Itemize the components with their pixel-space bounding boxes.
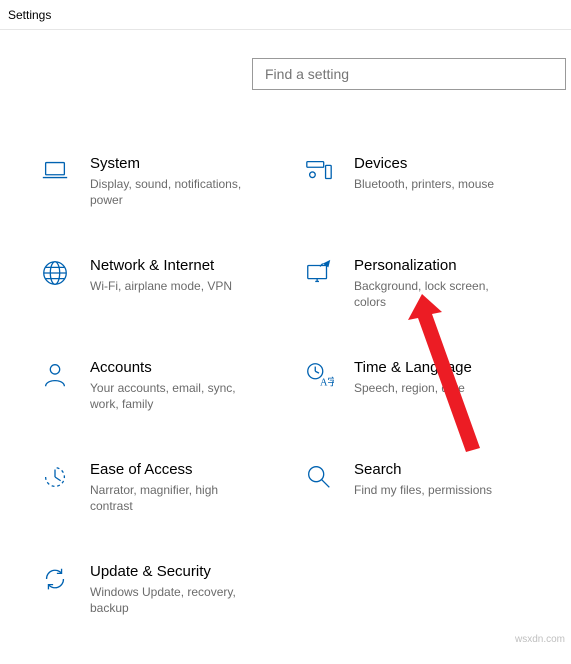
tile-personalization[interactable]: Personalization Background, lock screen,… bbox=[302, 256, 558, 310]
watermark: wsxdn.com bbox=[515, 634, 565, 645]
search-icon bbox=[302, 462, 336, 496]
tile-accounts[interactable]: Accounts Your accounts, email, sync, wor… bbox=[38, 358, 294, 412]
laptop-icon bbox=[38, 156, 72, 190]
tile-title: Network & Internet bbox=[90, 256, 232, 276]
window-title: Settings bbox=[8, 8, 51, 22]
tile-title: System bbox=[90, 154, 260, 174]
tile-title: Personalization bbox=[354, 256, 524, 276]
tile-title: Accounts bbox=[90, 358, 260, 378]
tile-network[interactable]: Network & Internet Wi-Fi, airplane mode,… bbox=[38, 256, 294, 310]
tile-desc: Bluetooth, printers, mouse bbox=[354, 176, 494, 192]
tile-title: Update & Security bbox=[90, 562, 260, 582]
tile-desc: Find my files, permissions bbox=[354, 482, 492, 498]
update-icon bbox=[38, 564, 72, 598]
settings-grid: System Display, sound, notifications, po… bbox=[38, 154, 558, 664]
search-container bbox=[252, 58, 566, 90]
svg-text:A字: A字 bbox=[320, 375, 334, 388]
devices-icon bbox=[302, 156, 336, 190]
tile-desc: Speech, region, date bbox=[354, 380, 472, 396]
time-language-icon: A字 bbox=[302, 360, 336, 394]
person-icon bbox=[38, 360, 72, 394]
tile-title: Devices bbox=[354, 154, 494, 174]
tile-desc: Background, lock screen, colors bbox=[354, 278, 524, 310]
tile-search[interactable]: Search Find my files, permissions bbox=[302, 460, 558, 514]
tile-system[interactable]: System Display, sound, notifications, po… bbox=[38, 154, 294, 208]
tile-title: Search bbox=[354, 460, 492, 480]
tile-time-language[interactable]: A字 Time & Language Speech, region, date bbox=[302, 358, 558, 412]
tile-ease-of-access[interactable]: Ease of Access Narrator, magnifier, high… bbox=[38, 460, 294, 514]
window-titlebar: Settings bbox=[0, 0, 571, 30]
tile-desc: Narrator, magnifier, high contrast bbox=[90, 482, 260, 514]
tile-title: Time & Language bbox=[354, 358, 472, 378]
tile-desc: Wi-Fi, airplane mode, VPN bbox=[90, 278, 232, 294]
tile-desc: Your accounts, email, sync, work, family bbox=[90, 380, 260, 412]
tile-desc: Windows Update, recovery, backup bbox=[90, 584, 260, 616]
globe-icon bbox=[38, 258, 72, 292]
tile-desc: Display, sound, notifications, power bbox=[90, 176, 260, 208]
search-input[interactable] bbox=[252, 58, 566, 90]
tile-title: Ease of Access bbox=[90, 460, 260, 480]
tile-devices[interactable]: Devices Bluetooth, printers, mouse bbox=[302, 154, 558, 208]
personalization-icon bbox=[302, 258, 336, 292]
tile-update-security[interactable]: Update & Security Windows Update, recove… bbox=[38, 562, 298, 616]
ease-of-access-icon bbox=[38, 462, 72, 496]
